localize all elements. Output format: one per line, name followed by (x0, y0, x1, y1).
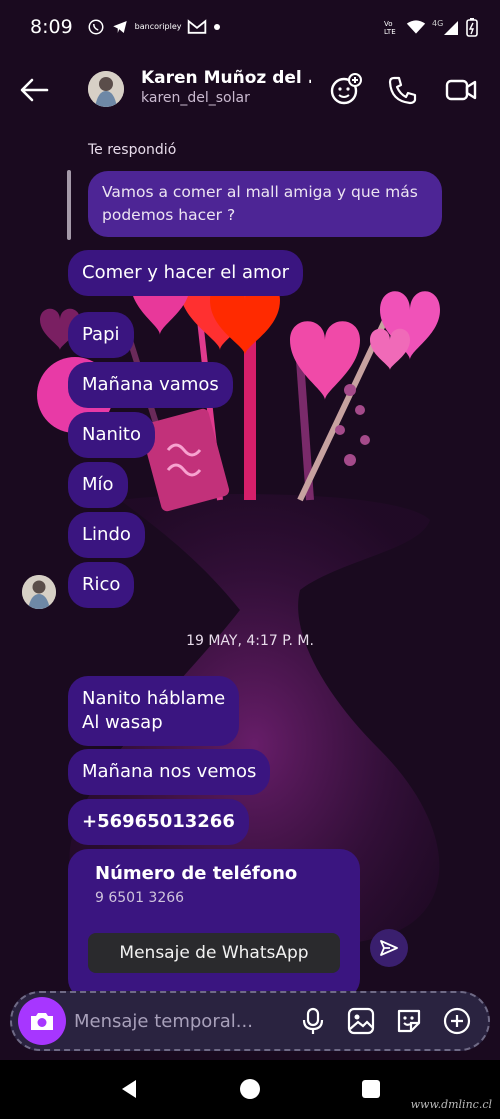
watermark: www.dmlinc.cl (410, 1098, 492, 1111)
status-time: 8:09 (30, 16, 73, 38)
message-bubble[interactable]: Nanito háblame Al wasap (68, 676, 240, 746)
message-bubble[interactable]: Papi (68, 312, 134, 358)
gmail-notification-icon (187, 19, 207, 35)
contact-avatar[interactable] (88, 71, 124, 107)
nav-recents-icon[interactable] (360, 1078, 382, 1104)
phone-number-card: Número de teléfono 9 6501 3266 Mensaje d… (68, 849, 360, 999)
phone-call-icon[interactable] (386, 73, 420, 107)
signal-icon: 4G (432, 18, 460, 36)
svg-text:Vo: Vo (384, 20, 393, 28)
message-bubble[interactable]: Rico (68, 562, 135, 608)
contact-info[interactable]: Karen Muñoz del ... karen_del_solar (141, 68, 311, 106)
message-bubble[interactable]: Lindo (68, 512, 145, 558)
telegram-notification-icon (111, 18, 129, 36)
send-icon (380, 940, 398, 956)
contact-name: Karen Muñoz del ... (141, 68, 311, 88)
reply-indicator-bar (67, 170, 71, 240)
sticker-icon[interactable] (394, 1006, 424, 1036)
video-call-icon[interactable] (444, 73, 478, 107)
quoted-message[interactable]: Vamos a comer al mall amiga y que más po… (88, 171, 442, 237)
message-composer (10, 991, 490, 1051)
message-bubble[interactable]: Mañana nos vemos (68, 749, 271, 795)
phone-card-title: Número de teléfono (95, 863, 298, 884)
camera-icon (31, 1013, 53, 1030)
date-separator: 19 MAY, 4:17 P. M. (186, 633, 314, 649)
whatsapp-message-button[interactable]: Mensaje de WhatsApp (88, 933, 340, 973)
svg-text:4G: 4G (432, 19, 443, 28)
battery-icon (466, 17, 478, 37)
volte-icon: Vo LTE (384, 18, 400, 36)
back-arrow-icon[interactable] (18, 73, 52, 107)
message-input[interactable] (74, 1006, 274, 1036)
phone-number-message[interactable]: +56965013266 (68, 799, 249, 845)
gallery-icon[interactable] (346, 1006, 376, 1036)
camera-button[interactable] (18, 997, 66, 1045)
wifi-icon (406, 19, 426, 35)
whatsapp-notification-icon (87, 18, 105, 36)
nav-home-icon[interactable] (239, 1078, 261, 1104)
chat-screen: 8:09 banco ripley Vo LTE 4G Karen Muñoz … (0, 0, 500, 1119)
microphone-icon[interactable] (298, 1006, 328, 1036)
phone-card-number: 9 6501 3266 (95, 890, 185, 906)
more-notifications-dot-icon (213, 23, 221, 31)
share-button[interactable] (370, 929, 408, 967)
notification-icons: banco ripley (87, 18, 222, 36)
nav-back-icon[interactable] (118, 1078, 140, 1104)
message-bubble[interactable]: Comer y hacer el amor (68, 250, 303, 296)
system-status-icons: Vo LTE 4G (384, 17, 478, 37)
chat-header: Karen Muñoz del ... karen_del_solar (0, 60, 500, 120)
message-bubble[interactable]: Mañana vamos (68, 362, 233, 408)
message-bubble[interactable]: Mío (68, 462, 128, 508)
contact-username: karen_del_solar (141, 90, 250, 106)
message-bubble[interactable]: Nanito (68, 412, 155, 458)
add-people-icon[interactable] (328, 73, 362, 107)
status-bar: 8:09 banco ripley Vo LTE 4G (0, 0, 500, 54)
sender-avatar[interactable] (22, 575, 56, 609)
svg-text:LTE: LTE (384, 28, 396, 36)
reply-label: Te respondió (88, 142, 177, 158)
bank-notification-icon: banco ripley (134, 22, 182, 31)
add-icon[interactable] (442, 1006, 472, 1036)
